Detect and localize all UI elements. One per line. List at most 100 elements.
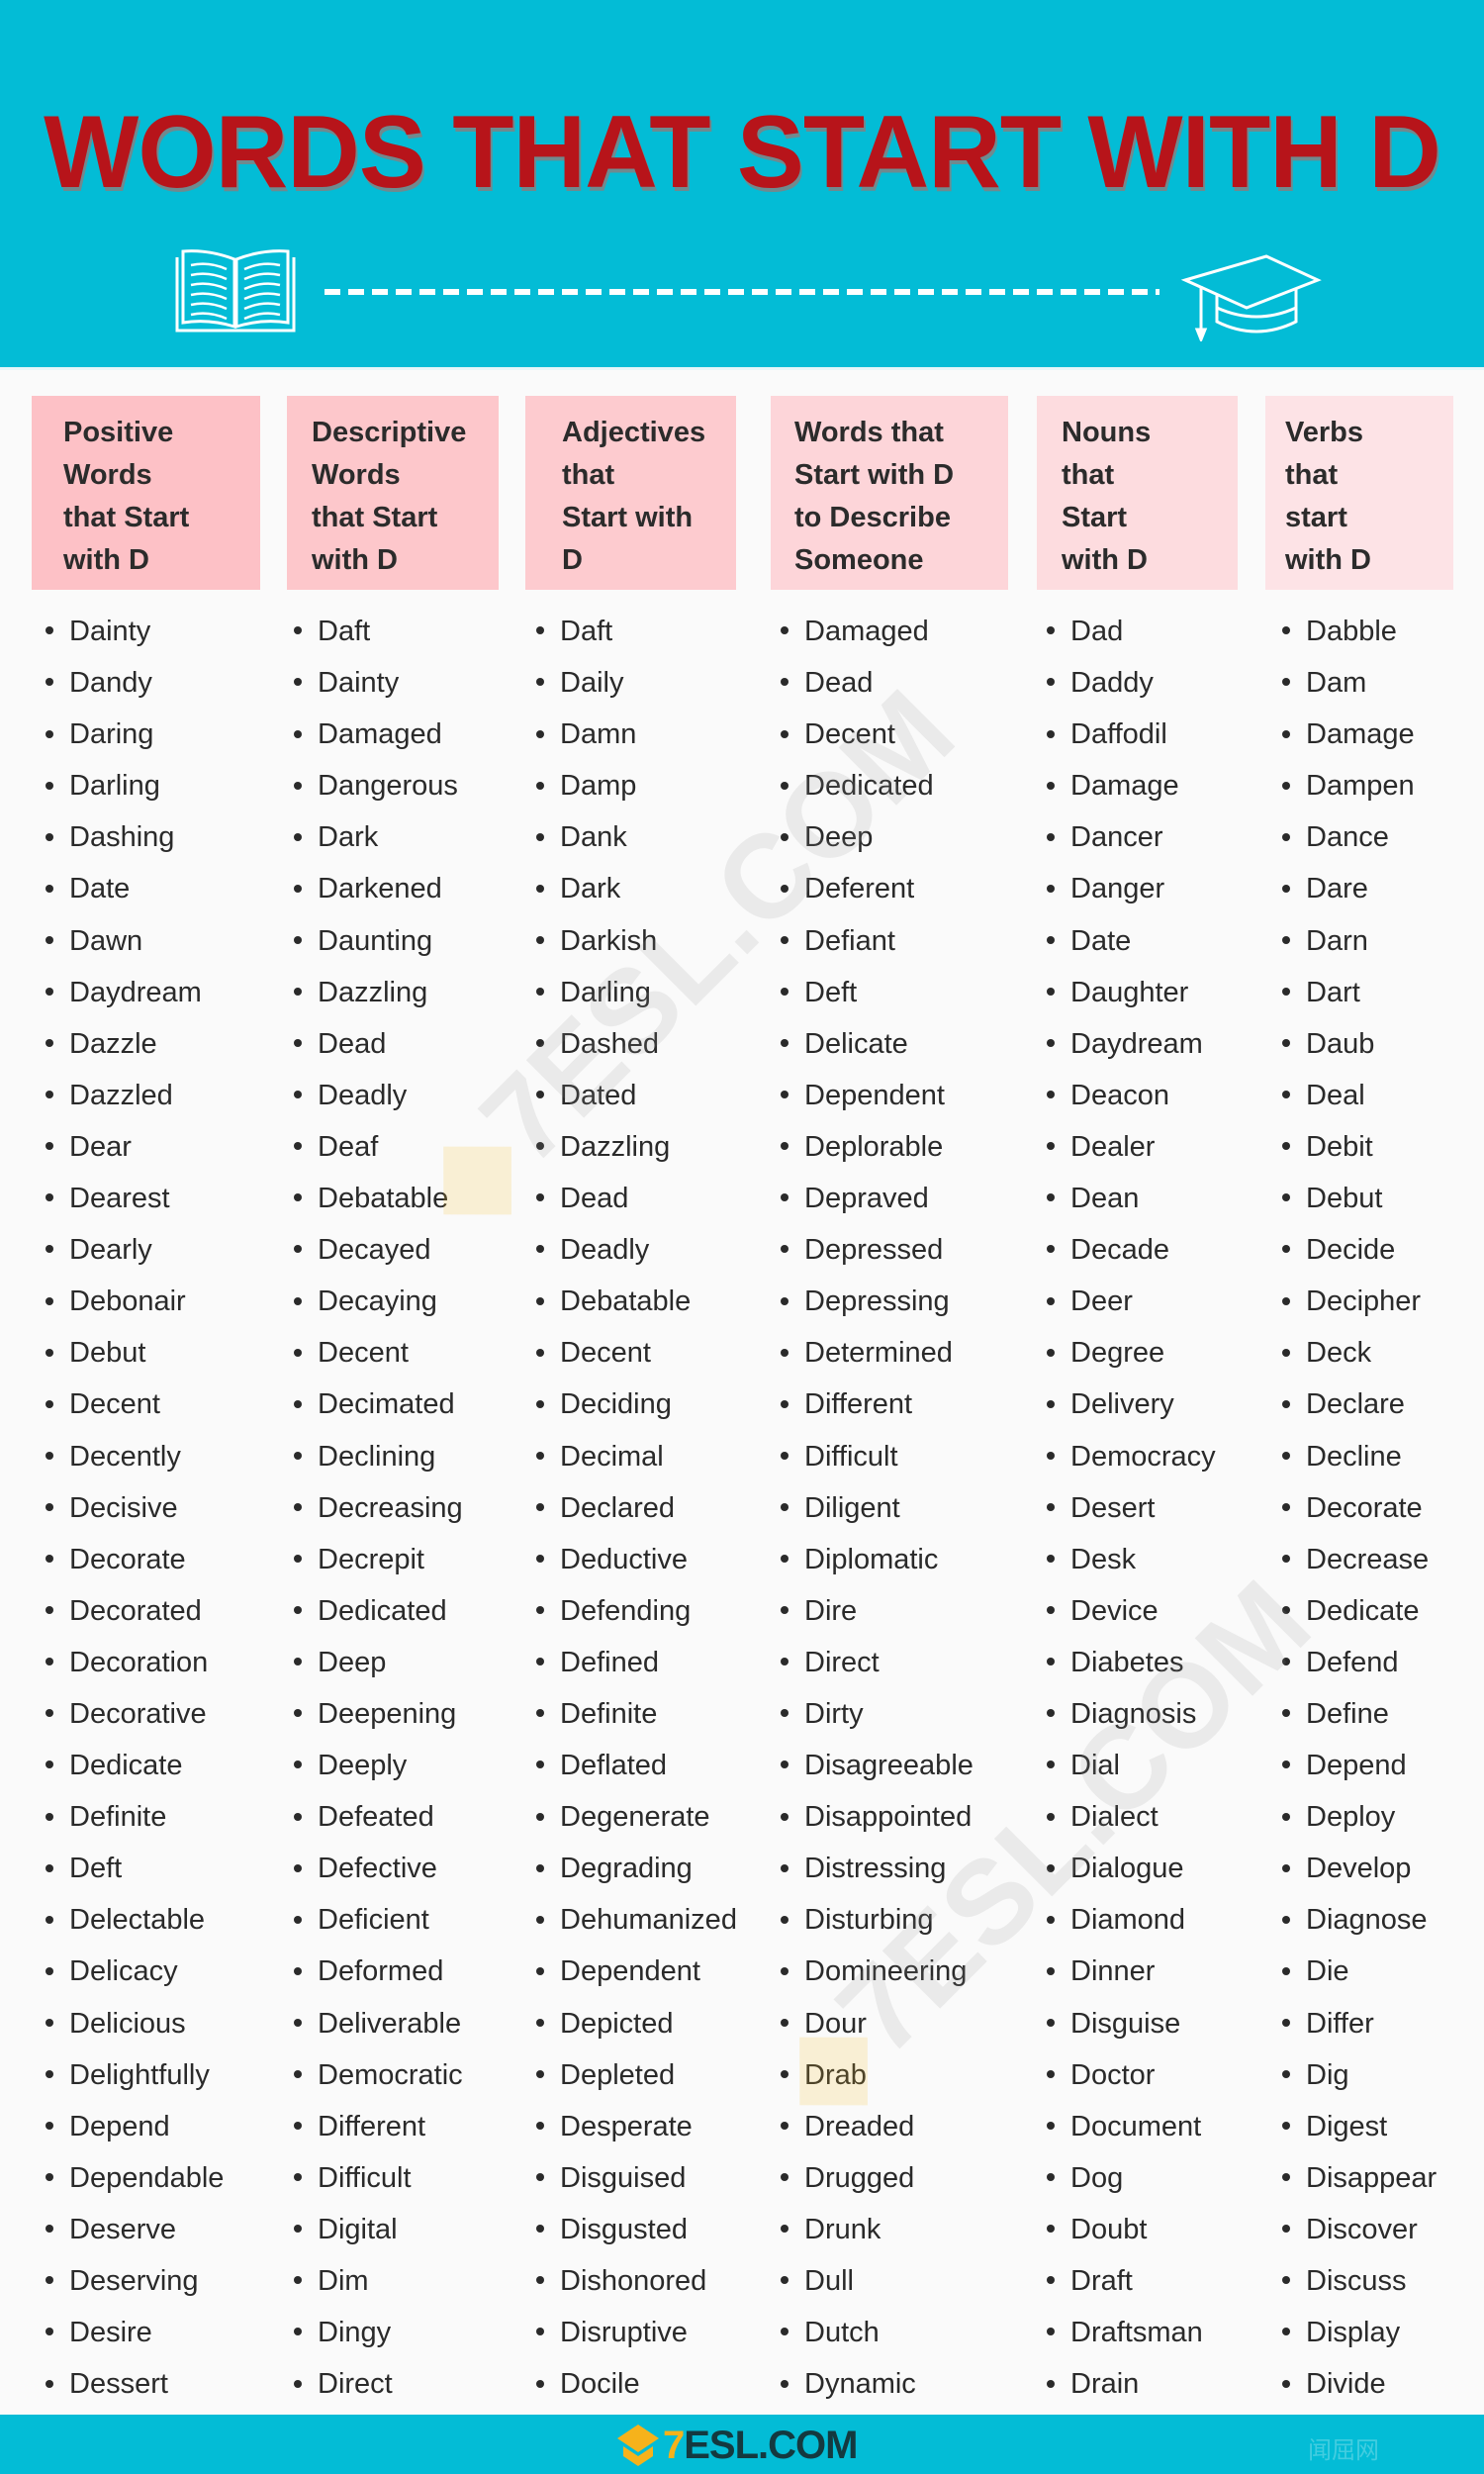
word-text: Decent [804, 718, 895, 751]
list-item: Disappear [1282, 2152, 1437, 2204]
bullet-icon [46, 626, 53, 635]
list-item: Desperate [536, 2101, 737, 2152]
list-item: Date [46, 863, 224, 914]
list-item: Determined [781, 1327, 974, 1379]
list-item: Dig [1282, 2049, 1437, 2101]
logo-text: 7ESL.COM [663, 2423, 858, 2467]
column-header-verbs: Verbs that start with D [1265, 396, 1453, 590]
list-item: Different [294, 2101, 463, 2152]
word-text: Deeply [318, 1750, 408, 1782]
word-text: Dean [1070, 1183, 1140, 1215]
list-item: Decorated [46, 1585, 224, 1637]
word-text: Desk [1070, 1543, 1137, 1575]
list-item: Drunk [781, 2204, 974, 2255]
list-item: Defective [294, 1843, 463, 1894]
list-item: Dialogue [1047, 1843, 1216, 1894]
bullet-icon [781, 2328, 788, 2336]
bullet-icon [1047, 2069, 1055, 2078]
list-item: Discover [1282, 2204, 1437, 2255]
list-item: Dated [536, 1070, 737, 1121]
list-item: Darkened [294, 863, 463, 914]
bullet-icon [1282, 1658, 1290, 1666]
bullet-icon [294, 678, 302, 687]
word-text: Disguised [560, 2161, 687, 2194]
bullet-icon [781, 1658, 788, 1666]
bullet-icon [1282, 2328, 1290, 2336]
word-text: Degenerate [560, 1801, 710, 1834]
bullet-icon [1282, 1039, 1290, 1048]
bullet-icon [781, 935, 788, 944]
word-text: Depend [1306, 1750, 1407, 1782]
word-text: Different [318, 2110, 426, 2142]
word-text: Digital [318, 2213, 398, 2245]
list-item: Daft [536, 606, 737, 657]
bullet-icon [781, 678, 788, 687]
list-item: Dark [536, 863, 737, 914]
bullet-icon [294, 1193, 302, 1202]
bullet-icon [781, 2225, 788, 2234]
word-text: Deaf [318, 1130, 379, 1163]
word-text: Deliverable [318, 2007, 462, 2040]
banner-divider [0, 367, 1484, 370]
list-item: Dedicated [781, 760, 974, 811]
bullet-icon [46, 729, 53, 738]
bullet-icon [781, 729, 788, 738]
word-text: Disturbing [804, 1904, 934, 1937]
word-text: Date [1070, 924, 1132, 957]
list-item: Dare [1282, 863, 1437, 914]
word-text: Dutch [804, 2317, 880, 2349]
bullet-icon [46, 2069, 53, 2078]
list-item: Docile [536, 2358, 737, 2410]
word-text: Differ [1306, 2007, 1374, 2040]
bullet-icon [1282, 832, 1290, 841]
header-line: Positive [63, 417, 174, 448]
list-item: Deepening [294, 1688, 463, 1740]
word-text: Dancer [1070, 821, 1163, 854]
bullet-icon [294, 2122, 302, 2131]
bullet-icon [536, 1915, 544, 1924]
word-text: Decide [1306, 1234, 1396, 1267]
header-line: to Describe [794, 502, 951, 533]
bullet-icon [294, 1606, 302, 1615]
list-item: Dire [781, 1585, 974, 1637]
word-text: Definite [560, 1697, 658, 1730]
word-text: Drunk [804, 2213, 881, 2245]
bullet-icon [46, 1451, 53, 1460]
list-item: Depicted [536, 1998, 737, 2049]
bullet-icon [46, 1658, 53, 1666]
word-text: Dance [1306, 821, 1389, 854]
word-text: Darn [1306, 924, 1368, 957]
bullet-icon [536, 935, 544, 944]
list-item: Dedicate [46, 1740, 224, 1791]
bullet-icon [1047, 2379, 1055, 2388]
word-text: Diagnose [1306, 1904, 1428, 1937]
word-list-descriptive: Daft Dainty Damaged Dangerous Dark Darkened Da… [294, 606, 463, 2410]
column-header-nouns: Nouns that Start with D [1037, 396, 1238, 590]
word-text: Drugged [804, 2161, 915, 2194]
bullet-icon [781, 1863, 788, 1872]
bullet-icon [1282, 1399, 1290, 1408]
word-text: Daunting [318, 924, 433, 957]
bullet-icon [781, 884, 788, 893]
word-text: Dependent [560, 1955, 700, 1988]
bullet-icon [1282, 1348, 1290, 1357]
bullet-icon [1047, 1915, 1055, 1924]
list-item: Divide [1282, 2358, 1437, 2410]
bullet-icon [1282, 2069, 1290, 2078]
list-item: Democracy [1047, 1431, 1216, 1482]
word-text: Dark [318, 821, 379, 854]
word-text: Daydream [1070, 1027, 1203, 1060]
word-text: Dangerous [318, 770, 458, 803]
header-line: that [1062, 459, 1115, 491]
word-text: Dedicate [1306, 1594, 1420, 1627]
word-text: Damage [1070, 770, 1179, 803]
word-text: Darling [69, 770, 160, 803]
bullet-icon [1047, 1502, 1055, 1511]
footer-logo: 7ESL.COM [613, 2421, 858, 2470]
bullet-icon [781, 781, 788, 790]
list-item: Dedicate [1282, 1585, 1437, 1637]
word-text: Disgusted [560, 2213, 688, 2245]
word-text: Dessert [69, 2368, 168, 2401]
word-text: Defiant [804, 924, 895, 957]
bullet-icon [1047, 1606, 1055, 1615]
